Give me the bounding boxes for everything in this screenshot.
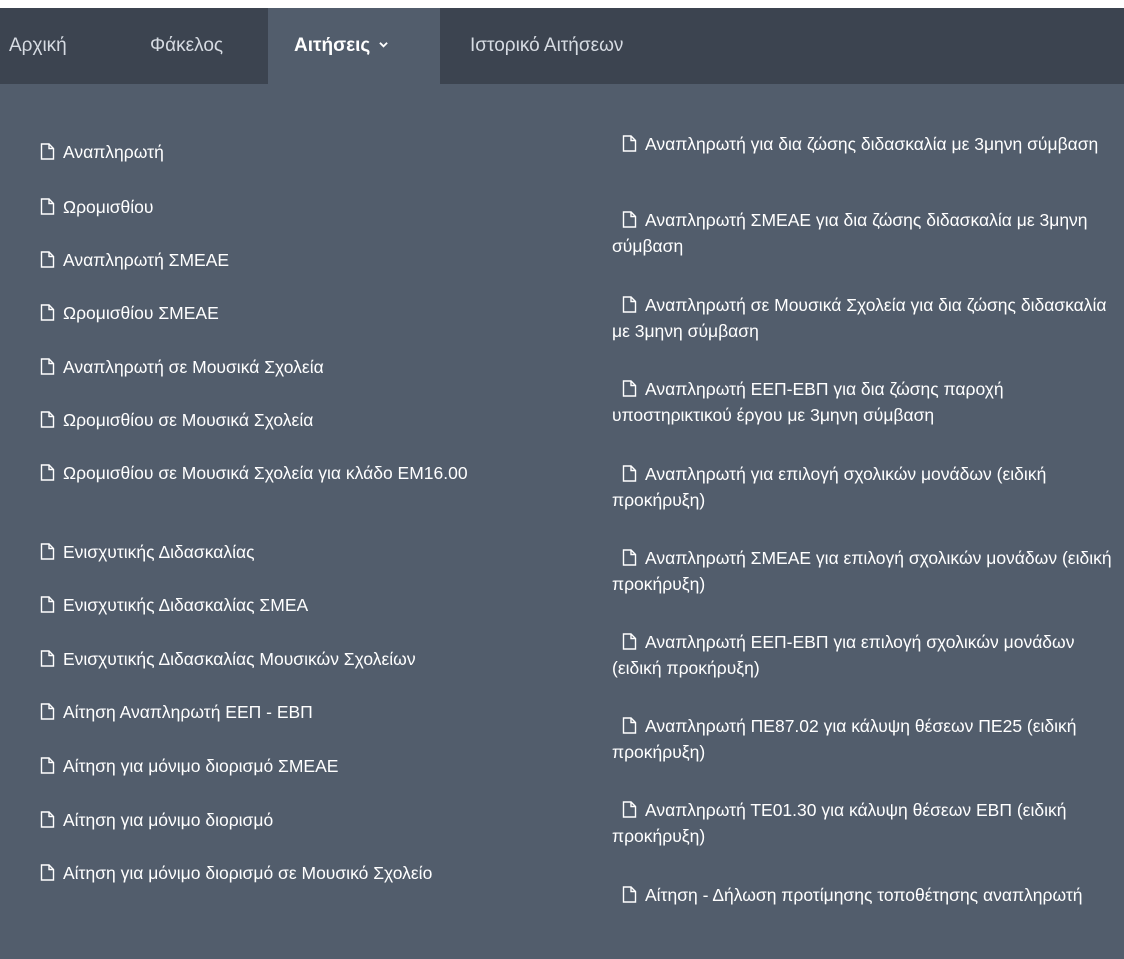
file-icon [622,549,637,566]
file-icon [40,811,55,828]
menu-item[interactable]: Αναπληρωτή για δια ζώσης διδασκαλία με 3… [612,131,1112,157]
top-navbar: Αρχική Φάκελος Αιτήσεις Ιστορικό Αιτήσεω… [0,8,1124,84]
menu-item[interactable]: Αναπληρωτή ΠΕ87.02 για κάλυψη θέσεων ΠΕ2… [612,713,1112,765]
file-icon [40,650,55,667]
menu-item-label: Αναπληρωτή ΤΕ01.30 για κάλυψη θέσεων ΕΒΠ… [612,800,1067,846]
file-icon [622,717,637,734]
menu-item-label: Αναπληρωτή ΣΜΕΑΕ για δια ζώσης διδασκαλί… [612,210,1088,256]
file-icon [40,703,55,720]
menu-item[interactable]: Αναπληρωτή ΣΜΕΑΕ για δια ζώσης διδασκαλί… [612,207,1112,259]
menu-item-label: Αναπληρωτή ΕΕΠ-ΕΒΠ για επιλογή σχολικών … [612,632,1075,678]
menu-item-label: Αναπληρωτή σε Μουσικά Σχολεία για δια ζώ… [612,295,1107,341]
applications-dropdown-menu: Αναπληρωτή Ωρομισθίου Αναπληρωτή ΣΜΕΑΕ Ωρομ… [0,84,1124,959]
menu-item-label: Ωρομισθίου ΣΜΕΑΕ [63,303,219,323]
file-icon [622,296,637,313]
menu-item-label: Αναπληρωτή ΣΜΕΑΕ [63,250,230,270]
menu-item-label: Αναπληρωτή [63,142,164,162]
app-frame: Αρχική Φάκελος Αιτήσεις Ιστορικό Αιτήσεω… [0,8,1124,959]
menu-item[interactable]: Αίτηση για μόνιμο διορισμό [27,807,547,833]
menu-item[interactable]: Αίτηση για μόνιμο διορισμό ΣΜΕΑΕ [27,753,547,779]
menu-item[interactable]: Ενισχυτικής Διδασκαλίας [27,539,547,565]
file-icon [40,358,55,375]
nav-applications-label: Αιτήσεις [294,35,371,56]
file-icon [622,465,637,482]
file-icon [622,135,637,152]
file-icon [622,380,637,397]
menu-item[interactable]: Αναπληρωτή ΕΕΠ-ΕΒΠ για επιλογή σχολικών … [612,629,1112,681]
file-icon [622,801,637,818]
nav-application-history[interactable]: Ιστορικό Αιτήσεων [440,8,623,84]
chevron-down-icon [379,40,389,49]
menu-item-label: Αναπληρωτή για δια ζώσης διδασκαλία με 3… [645,134,1099,154]
file-icon [622,211,637,228]
menu-item-label: Ενισχυτικής Διδασκαλίας Μουσικών Σχολείω… [63,649,416,669]
nav-home[interactable]: Αρχική [0,8,118,84]
menu-item[interactable]: Αίτηση Αναπληρωτή ΕΕΠ - ΕΒΠ [27,699,547,725]
menu-item-label: Ωρομισθίου [63,197,154,217]
menu-item[interactable]: Αίτηση - Δήλωση προτίμησης τοποθέτησης α… [612,882,1112,908]
nav-applications[interactable]: Αιτήσεις [268,8,440,84]
menu-item-label: Αίτηση - Δήλωση προτίμησης τοποθέτησης α… [645,885,1083,905]
file-icon [40,757,55,774]
menu-item[interactable]: Αίτηση για μόνιμο διορισμό σε Μουσικό Σχ… [27,860,547,886]
file-icon [40,251,55,268]
menu-item[interactable]: Ωρομισθίου σε Μουσικά Σχολεία [27,407,547,433]
menu-item-label: Αναπληρωτή σε Μουσικά Σχολεία [63,357,324,377]
file-icon [40,464,55,481]
menu-item-label: Αναπληρωτή ΣΜΕΑΕ για επιλογή σχολικών μο… [612,548,1112,594]
file-icon [40,596,55,613]
menu-item-label: Αίτηση για μόνιμο διορισμό σε Μουσικό Σχ… [63,863,433,883]
menu-item[interactable]: Αναπληρωτή σε Μουσικά Σχολεία για δια ζώ… [612,292,1112,344]
menu-item[interactable]: Ωρομισθίου ΣΜΕΑΕ [27,300,547,326]
file-icon [40,543,55,560]
file-icon [40,198,55,215]
file-icon [40,864,55,881]
menu-item-label: Αναπληρωτή ΕΕΠ-ΕΒΠ για δια ζώσης παροχή … [612,379,1004,425]
menu-item-label: Ενισχυτικής Διδασκαλίας ΣΜΕΑ [63,595,309,615]
menu-item-label: Αναπληρωτή ΠΕ87.02 για κάλυψη θέσεων ΠΕ2… [612,716,1077,762]
menu-item-label: Αίτηση Αναπληρωτή ΕΕΠ - ΕΒΠ [63,702,313,722]
nav-folder[interactable]: Φάκελος [118,8,268,84]
file-icon [622,633,637,650]
nav-folder-label: Φάκελος [150,35,224,56]
file-icon [622,886,637,903]
menu-item[interactable]: Ενισχυτικής Διδασκαλίας Μουσικών Σχολείω… [27,646,547,672]
menu-item-label: Ενισχυτικής Διδασκαλίας [63,542,255,562]
menu-item-label: Αίτηση για μόνιμο διορισμό ΣΜΕΑΕ [63,756,339,776]
menu-item[interactable]: Αναπληρωτή ΤΕ01.30 για κάλυψη θέσεων ΕΒΠ… [612,797,1112,849]
file-icon [40,143,55,160]
file-icon [40,304,55,321]
menu-item-label: Ωρομισθίου σε Μουσικά Σχολεία για κλάδο … [63,463,468,483]
menu-item[interactable]: Ενισχυτικής Διδασκαλίας ΣΜΕΑ [27,592,547,618]
menu-item-label: Αίτηση για μόνιμο διορισμό [63,810,274,830]
menu-item[interactable]: Αναπληρωτή ΕΕΠ-ΕΒΠ για δια ζώσης παροχή … [612,376,1112,428]
menu-item[interactable]: Αναπληρωτή ΣΜΕΑΕ [27,247,547,273]
menu-item-label: Αναπληρωτή για επιλογή σχολικών μονάδων … [612,464,1047,510]
nav-history-label: Ιστορικό Αιτήσεων [470,35,624,56]
nav-home-label: Αρχική [9,35,67,56]
menu-item[interactable]: Αναπληρωτή σε Μουσικά Σχολεία [27,354,547,380]
menu-item[interactable]: Αναπληρωτή για επιλογή σχολικών μονάδων … [612,461,1112,513]
menu-item[interactable]: Ωρομισθίου [27,194,547,220]
menu-item[interactable]: Αναπληρωτή [27,139,547,165]
menu-item[interactable]: Ωρομισθίου σε Μουσικά Σχολεία για κλάδο … [27,460,547,486]
menu-item[interactable]: Αναπληρωτή ΣΜΕΑΕ για επιλογή σχολικών μο… [612,545,1112,597]
menu-item-label: Ωρομισθίου σε Μουσικά Σχολεία [63,410,314,430]
file-icon [40,411,55,428]
